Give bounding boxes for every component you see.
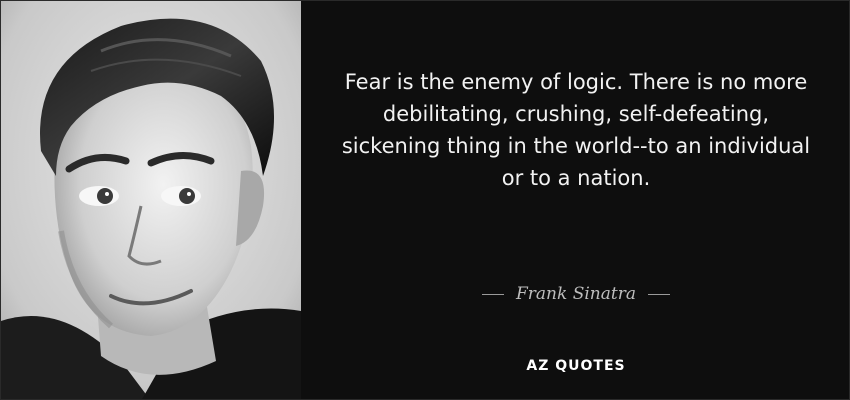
brand-logo[interactable]: AZ QUOTES xyxy=(301,358,849,374)
author-attribution: Frank Sinatra xyxy=(301,284,849,304)
author-dash-left xyxy=(482,293,504,295)
quote-area: Fear is the enemy of logic. There is no … xyxy=(301,1,849,399)
author-dash-right xyxy=(647,293,670,295)
quote-card: Fear is the enemy of logic. There is no … xyxy=(0,0,850,400)
author-portrait xyxy=(1,1,301,399)
quote-text: Fear is the enemy of logic. There is no … xyxy=(341,70,811,190)
author-name[interactable]: Frank Sinatra xyxy=(516,284,636,304)
